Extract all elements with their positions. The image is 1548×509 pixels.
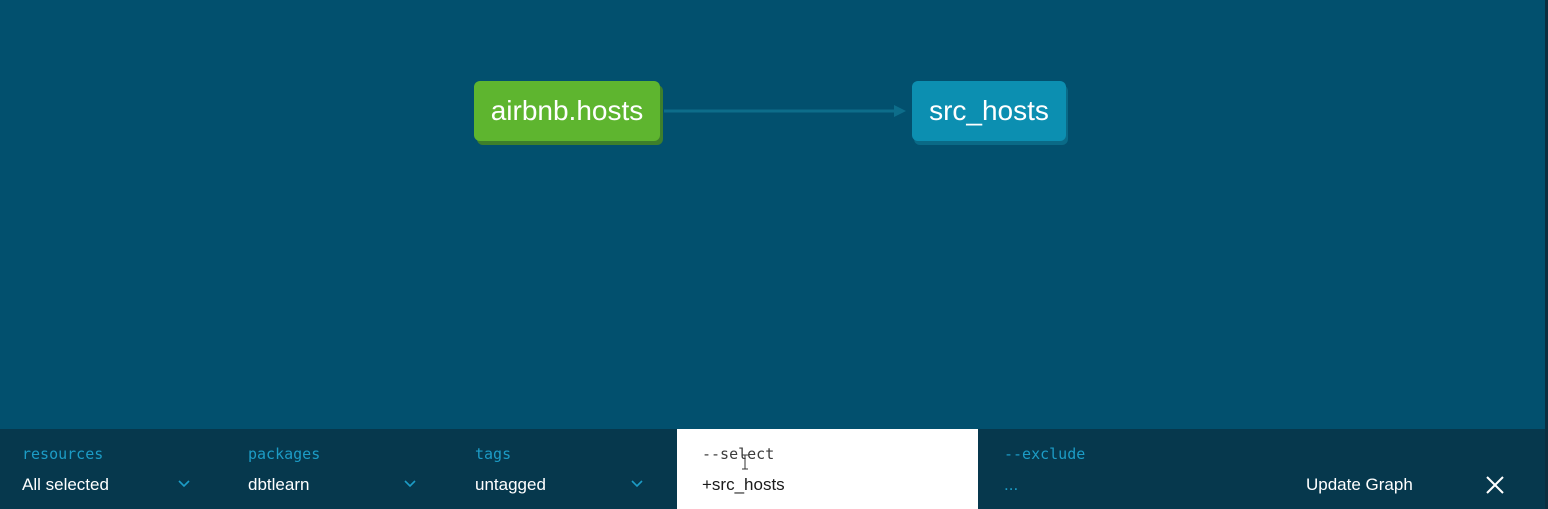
- exclude-label: --exclude: [1004, 445, 1086, 463]
- resources-filter[interactable]: resources All selected: [0, 429, 226, 509]
- chevron-down-icon[interactable]: [403, 477, 417, 491]
- select-value[interactable]: +src_hosts: [702, 475, 785, 495]
- resources-label: resources: [22, 445, 104, 463]
- tags-label: tags: [475, 445, 512, 463]
- exclude-input[interactable]: ...: [1004, 475, 1018, 495]
- chevron-down-icon[interactable]: [630, 477, 644, 491]
- tags-value[interactable]: untagged: [475, 475, 546, 495]
- graph-node-src-hosts[interactable]: src_hosts: [912, 81, 1066, 141]
- graph-node-airbnb-hosts[interactable]: airbnb.hosts: [474, 81, 660, 141]
- close-icon[interactable]: [1483, 473, 1507, 497]
- filter-bar: resources All selected packages dbtlearn…: [0, 429, 1545, 509]
- select-label: --select: [702, 445, 775, 463]
- edge-airbnb-hosts-to-src-hosts: [664, 105, 906, 117]
- arrowhead-icon: [894, 105, 906, 117]
- select-input[interactable]: --select +src_hosts: [677, 429, 978, 509]
- lineage-graph-view: airbnb.hosts src_hosts resources All sel…: [0, 0, 1548, 509]
- tags-filter[interactable]: tags untagged: [453, 429, 677, 509]
- chevron-down-icon[interactable]: [177, 477, 191, 491]
- packages-value[interactable]: dbtlearn: [248, 475, 309, 495]
- update-graph-button[interactable]: Update Graph: [1300, 469, 1419, 501]
- exclude-filter[interactable]: --exclude ...: [1004, 429, 1284, 509]
- packages-label: packages: [248, 445, 321, 463]
- packages-filter[interactable]: packages dbtlearn: [226, 429, 452, 509]
- text-cursor-icon: [742, 454, 748, 470]
- graph-canvas[interactable]: airbnb.hosts src_hosts: [0, 0, 1545, 429]
- resources-value[interactable]: All selected: [22, 475, 109, 495]
